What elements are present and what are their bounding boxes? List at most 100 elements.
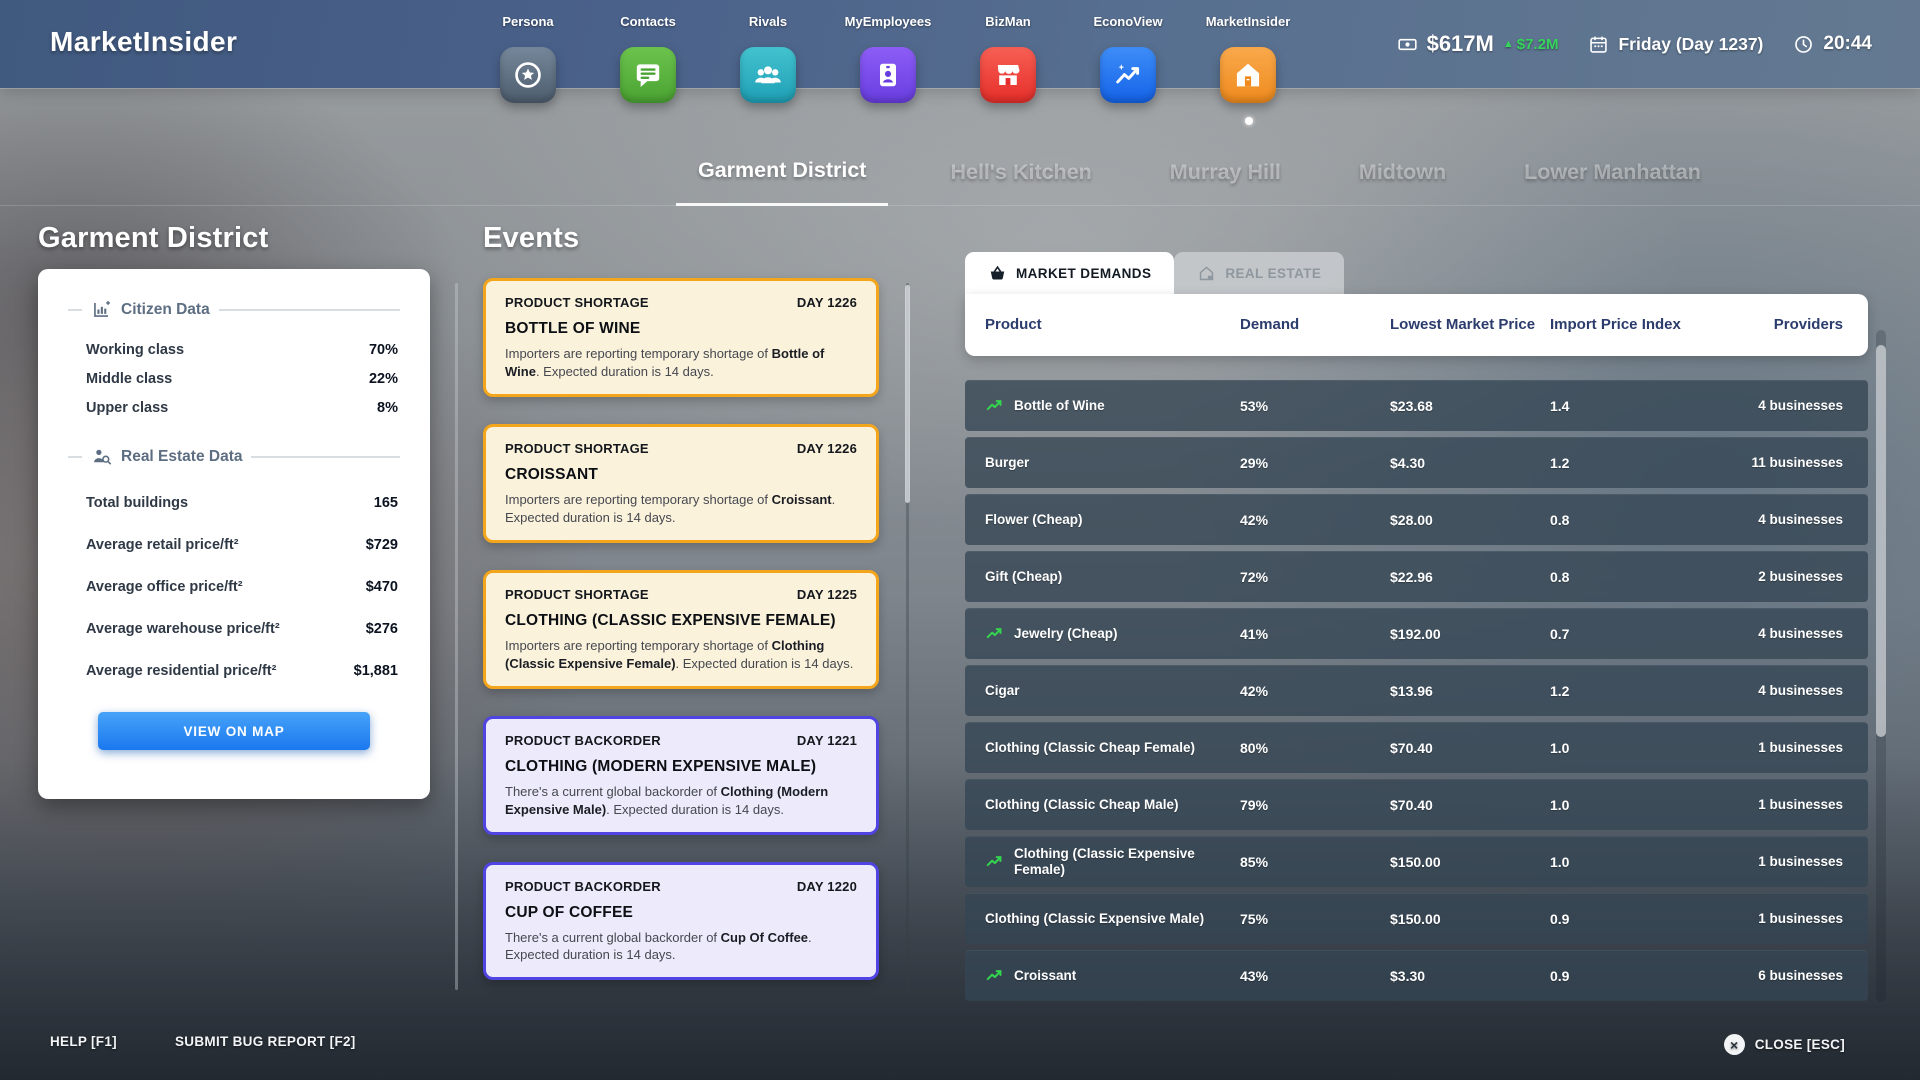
events-title: Events [483, 222, 879, 255]
col-product: Product [985, 316, 1240, 334]
table-row: Bottle of Wine 53% $23.68 1.4 4 business… [965, 380, 1868, 431]
stat-row: Middle class 22% [68, 364, 400, 393]
storefront-icon [980, 47, 1036, 103]
trend-up-icon [985, 852, 1004, 871]
money-delta: ▲ $7.2M [1503, 36, 1559, 53]
house-icon [1220, 47, 1276, 103]
tab-real-estate[interactable]: REAL ESTATE [1174, 252, 1344, 294]
stat-row: Total buildings 165 [68, 482, 400, 524]
money-group: $617M ▲ $7.2M [1397, 31, 1559, 57]
app-econoview[interactable]: EconoView [1100, 14, 1156, 103]
basket-icon [988, 264, 1007, 283]
event-day: DAY 1225 [797, 587, 857, 602]
table-row: Clothing (Classic Expensive Male) 75% $1… [965, 893, 1868, 944]
district-data-card: Citizen Data Working class 70% Middle cl… [38, 269, 430, 799]
trend-up-icon [985, 966, 1004, 985]
close-button[interactable]: × CLOSE [ESC] [1724, 1034, 1845, 1055]
events-scroll-thumb[interactable] [905, 285, 910, 503]
event-body: Importers are reporting temporary shorta… [505, 637, 857, 673]
close-icon: × [1724, 1034, 1745, 1055]
person-search-icon [91, 446, 112, 467]
market-table-header: Product Demand Lowest Market Price Impor… [965, 294, 1868, 356]
district-info-panel: Garment District Citizen Data Working cl… [38, 222, 430, 799]
district-tab-midtown[interactable]: Midtown [1343, 138, 1462, 206]
real-estate-data-title: Real Estate Data [121, 448, 242, 466]
event-tag: PRODUCT SHORTAGE [505, 587, 649, 602]
status-cluster: $617M ▲ $7.2M Friday (Day 1237) 20:44 [1397, 0, 1872, 88]
event-body: There's a current global backorder of Cu… [505, 929, 857, 965]
app-title: MarketInsider [50, 26, 237, 58]
event-card-backorder: PRODUCT BACKORDERDAY 1220 CUP OF COFFEE … [483, 862, 879, 981]
stat-row: Average residential price/ft² $1,881 [68, 650, 400, 692]
events-scroll-track-left[interactable] [455, 283, 458, 990]
citizen-data-rows: Working class 70% Middle class 22% Upper… [68, 335, 400, 422]
district-tab-garment-district[interactable]: Garment District [676, 138, 888, 206]
district-tab-lower-manhattan[interactable]: Lower Manhattan [1508, 138, 1717, 206]
banknote-icon [1397, 34, 1418, 55]
app-bizman[interactable]: BizMan [980, 14, 1036, 103]
event-tag: PRODUCT SHORTAGE [505, 441, 649, 456]
bar-chart-plus-icon [91, 299, 112, 320]
district-tab-hells-kitchen[interactable]: Hell's Kitchen [934, 138, 1107, 206]
table-row: Burger 29% $4.30 1.2 11 businesses [965, 437, 1868, 488]
table-row: Flower (Cheap) 42% $28.00 0.8 4 business… [965, 494, 1868, 545]
app-persona[interactable]: Persona [500, 14, 556, 103]
col-lowest-market-price: Lowest Market Price [1390, 316, 1550, 334]
tab-market-demands[interactable]: MARKET DEMANDS [965, 252, 1174, 294]
event-day: DAY 1221 [797, 733, 857, 748]
event-body: Importers are reporting temporary shorta… [505, 491, 857, 527]
submit-bug-report-button[interactable]: SUBMIT BUG REPORT [F2] [175, 1034, 356, 1049]
table-scroll-thumb[interactable] [1876, 345, 1886, 737]
date-value: Friday (Day 1237) [1618, 34, 1763, 55]
money-delta-value: $7.2M [1517, 36, 1559, 53]
col-providers: Providers [1708, 316, 1843, 334]
event-product: CUP OF COFFEE [505, 904, 857, 922]
app-rivals[interactable]: Rivals [740, 14, 796, 103]
view-on-map-button[interactable]: VIEW ON MAP [98, 712, 370, 750]
event-card-shortage: PRODUCT SHORTAGE DAY 1225 CLOTHING (CLASS… [483, 570, 879, 689]
event-tag: PRODUCT BACKORDER [505, 733, 661, 748]
app-myemployees[interactable]: MyEmployees [860, 14, 916, 103]
table-row: Croissant 43% $3.30 0.9 6 businesses [965, 950, 1868, 1001]
table-row: Clothing (Classic Cheap Female) 80% $70.… [965, 722, 1868, 773]
date-group: Friday (Day 1237) [1588, 34, 1763, 55]
top-bar: MarketInsider Persona Contacts Rivals [0, 0, 1920, 88]
col-import-price-index: Import Price Index [1550, 316, 1708, 334]
event-product: CLOTHING (MODERN EXPENSIVE MALE) [505, 758, 857, 776]
active-app-indicator-dot [1245, 117, 1253, 125]
time-value: 20:44 [1823, 33, 1872, 55]
close-label: CLOSE [ESC] [1755, 1037, 1845, 1052]
event-body: There's a current global backorder of Cl… [505, 783, 857, 819]
real-estate-data-header: Real Estate Data [68, 446, 400, 467]
event-card-shortage: PRODUCT SHORTAGEDAY 1226 CROISSANT Impor… [483, 424, 879, 543]
event-product: CROISSANT [505, 466, 857, 484]
real-estate-data-rows: Total buildings 165 Average retail price… [68, 482, 400, 692]
trend-chart-icon [1100, 47, 1156, 103]
event-product: BOTTLE OF WINE [505, 320, 857, 338]
stat-row: Average retail price/ft² $729 [68, 524, 400, 566]
trend-up-icon [985, 396, 1004, 415]
calendar-icon [1588, 34, 1609, 55]
stat-row: Average office price/ft² $470 [68, 566, 400, 608]
house-tag-icon [1197, 264, 1216, 283]
citizen-data-title: Citizen Data [121, 301, 210, 319]
trend-up-icon [985, 624, 1004, 643]
events-panel: Events PRODUCT SHORTAGEDAY 1226 BOTTLE O… [483, 222, 879, 980]
col-demand: Demand [1240, 316, 1390, 334]
clock-icon [1793, 34, 1814, 55]
taskbar-apps: Persona Contacts Rivals MyEmployees [500, 14, 1276, 103]
district-tab-murray-hill[interactable]: Murray Hill [1154, 138, 1297, 206]
stat-row: Upper class 8% [68, 393, 400, 422]
district-panel-title: Garment District [38, 222, 430, 255]
chat-icon [620, 47, 676, 103]
stat-row: Working class 70% [68, 335, 400, 364]
help-button[interactable]: HELP [F1] [50, 1034, 117, 1049]
app-contacts[interactable]: Contacts [620, 14, 676, 103]
event-product: CLOTHING (CLASSIC EXPENSIVE FEMALE) [505, 612, 857, 630]
event-tag: PRODUCT SHORTAGE [505, 295, 649, 310]
table-row: Gift (Cheap) 72% $22.96 0.8 2 businesses [965, 551, 1868, 602]
stat-row: Average warehouse price/ft² $276 [68, 608, 400, 650]
app-marketinsider[interactable]: MarketInsider [1220, 14, 1276, 103]
star-icon [500, 47, 556, 103]
event-tag: PRODUCT BACKORDER [505, 879, 661, 894]
